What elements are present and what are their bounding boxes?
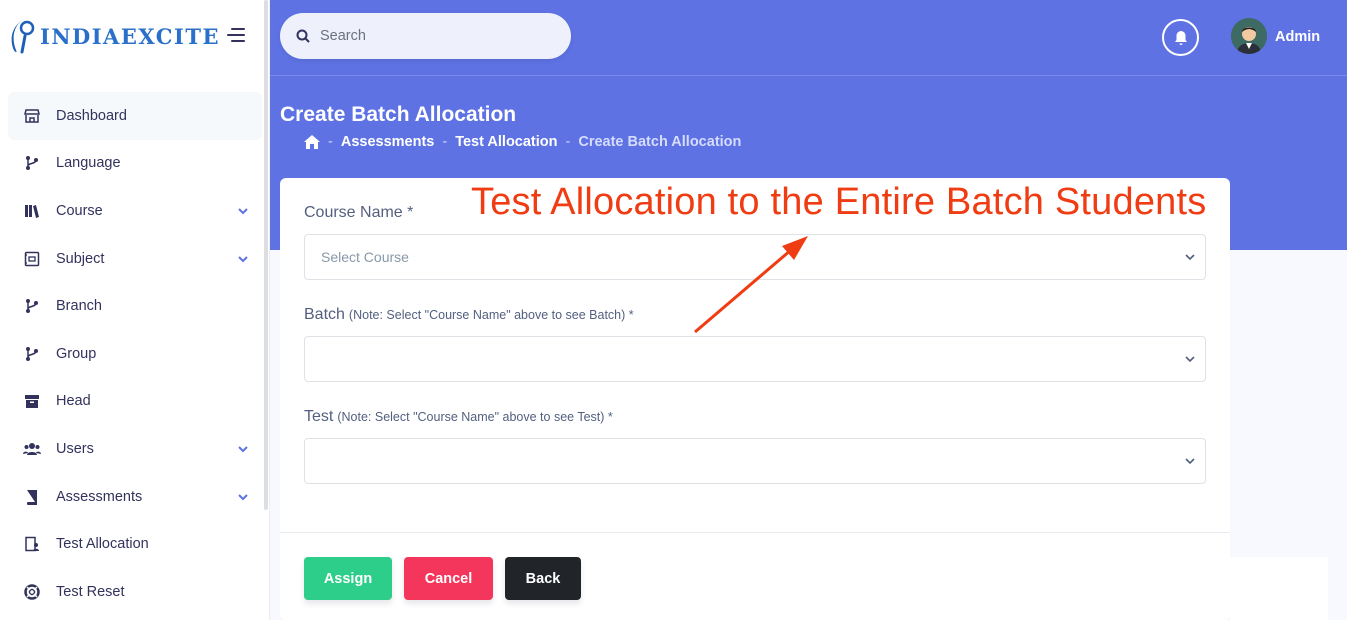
branch-icon — [22, 296, 42, 316]
sidebar-item-label: Assessments — [56, 488, 143, 505]
lifebuoy-icon — [22, 582, 42, 602]
header-divider — [270, 75, 1347, 76]
breadcrumb-assessments[interactable]: Assessments — [341, 134, 435, 150]
library-icon — [22, 201, 42, 221]
test-note: (Note: Select "Course Name" above to see… — [337, 410, 613, 424]
chevron-down-icon — [1185, 356, 1195, 363]
sidebar-item-test-allocation[interactable]: Test Allocation — [8, 520, 262, 568]
branch-icon — [22, 153, 42, 173]
sidebar-item-test-reset[interactable]: Test Reset — [8, 568, 262, 616]
sidebar-item-label: Dashboard — [56, 107, 127, 124]
assign-icon — [22, 534, 42, 554]
chevron-down-icon — [1185, 254, 1195, 261]
sidebar-item-label: Users — [56, 440, 94, 457]
page-title: Create Batch Allocation — [280, 103, 517, 126]
annotation-text: Test Allocation to the Entire Batch Stud… — [471, 181, 1207, 223]
sidebar-item-label: Group — [56, 345, 97, 362]
course-name-label: Course Name * — [304, 204, 414, 221]
sidebar-item-language[interactable]: Language — [8, 140, 262, 188]
box-icon — [22, 391, 42, 411]
chevron-down-icon — [238, 446, 248, 453]
logo-icon — [10, 16, 38, 56]
sidebar-item-label: Test Reset — [56, 583, 125, 600]
sidebar-item-label: Branch — [56, 298, 102, 315]
book-icon — [22, 487, 42, 507]
users-icon — [22, 439, 42, 459]
avatar[interactable] — [1231, 18, 1267, 54]
sidebar-item-label: Course — [56, 202, 103, 219]
cancel-button[interactable]: Cancel — [404, 557, 493, 600]
home-icon[interactable] — [304, 135, 320, 149]
chevron-down-icon — [238, 208, 248, 215]
annotation-arrow-icon — [694, 236, 808, 334]
menu-toggle-icon[interactable] — [227, 28, 245, 42]
sidebar-item-head[interactable]: Head — [8, 378, 262, 426]
assign-button[interactable]: Assign — [304, 557, 392, 600]
sidebar-item-label: Subject — [56, 250, 105, 267]
sidebar-item-course[interactable]: Course — [8, 187, 262, 235]
batch-note: (Note: Select "Course Name" above to see… — [348, 308, 634, 322]
notifications-button[interactable] — [1162, 19, 1199, 56]
course-select-placeholder: Select Course — [321, 249, 409, 265]
sidebar-item-group[interactable]: Group — [8, 330, 262, 378]
chevron-down-icon — [238, 493, 248, 500]
sidebar-item-label: Head — [56, 393, 91, 410]
back-button[interactable]: Back — [505, 557, 581, 600]
sidebar-item-dashboard[interactable]: Dashboard — [8, 92, 262, 140]
sidebar-item-users[interactable]: Users — [8, 425, 262, 473]
user-name[interactable]: Admin — [1275, 29, 1320, 45]
sidebar-item-branch[interactable]: Branch — [8, 282, 262, 330]
chevron-down-icon — [1185, 458, 1195, 465]
breadcrumb-separator: - — [442, 134, 448, 150]
sidebar-item-label: Test Allocation — [56, 536, 149, 553]
test-label: Test (Note: Select "Course Name" above to… — [304, 408, 613, 425]
brand-logo[interactable]: INDIAEXCITE — [10, 16, 220, 56]
sidebar-item-subject[interactable]: Subject — [8, 235, 262, 283]
search-icon — [296, 29, 310, 43]
card-footer-extension — [1230, 557, 1328, 620]
brand-name: INDIAEXCITE — [40, 23, 220, 49]
sidebar-item-assessments[interactable]: Assessments — [8, 473, 262, 521]
breadcrumb-test-allocation[interactable]: Test Allocation — [455, 134, 557, 150]
sidebar-item-label: Language — [56, 155, 121, 172]
bell-icon — [1174, 30, 1187, 45]
batch-select[interactable] — [304, 336, 1206, 382]
search-box[interactable] — [280, 13, 571, 59]
branch-icon — [22, 344, 42, 364]
chevron-down-icon — [238, 255, 248, 262]
sidebar-nav: Dashboard Language Course Subject Branch… — [8, 92, 262, 616]
breadcrumb-separator: - — [565, 134, 571, 150]
list-box-icon — [22, 249, 42, 269]
shop-icon — [22, 106, 42, 126]
card-divider — [280, 532, 1230, 533]
search-input[interactable] — [320, 28, 540, 44]
sidebar-scrollbar[interactable] — [264, 0, 268, 510]
breadcrumb: - Assessments - Test Allocation - Create… — [304, 134, 741, 150]
breadcrumb-current: Create Batch Allocation — [578, 134, 742, 150]
breadcrumb-separator: - — [328, 134, 333, 150]
batch-label: Batch (Note: Select "Course Name" above t… — [304, 306, 634, 323]
test-select[interactable] — [304, 438, 1206, 484]
